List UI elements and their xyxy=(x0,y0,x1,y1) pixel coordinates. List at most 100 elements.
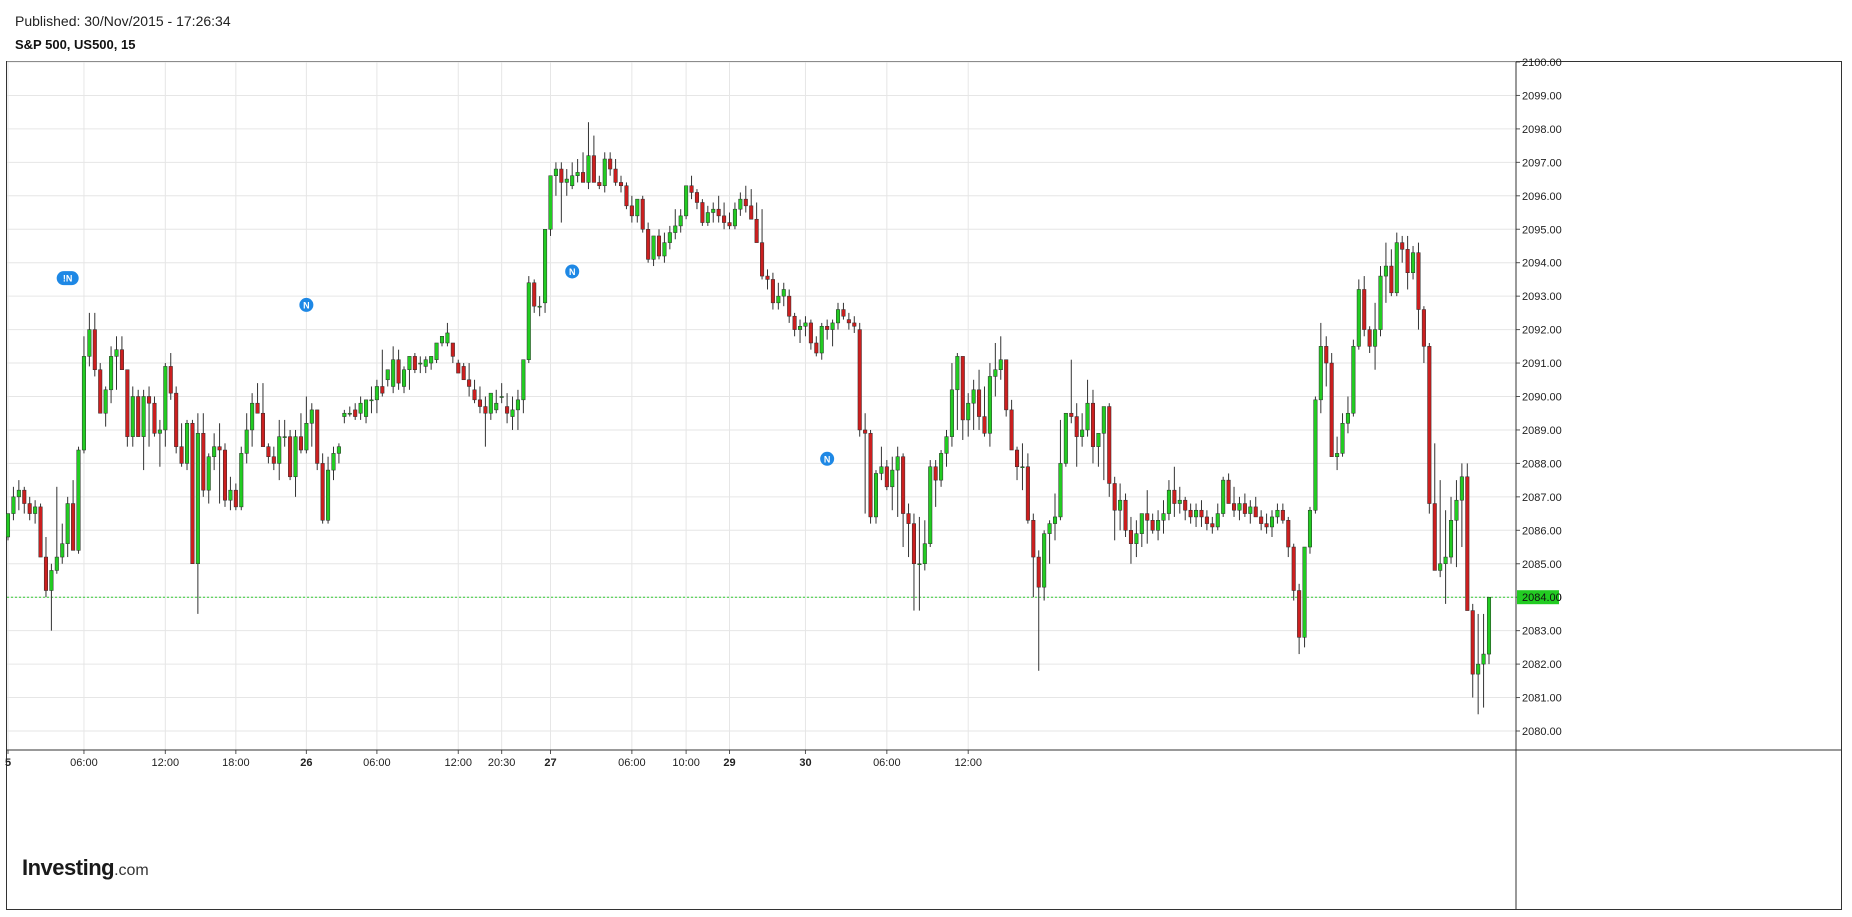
candle-down xyxy=(1074,416,1079,437)
candle-down xyxy=(1432,503,1437,571)
candle-down xyxy=(700,202,705,223)
x-tick-label: 06:00 xyxy=(618,757,646,769)
candle-down xyxy=(179,446,184,464)
candle-up xyxy=(434,342,439,360)
candle-down xyxy=(396,359,401,384)
candle-down xyxy=(863,429,868,434)
candle-down xyxy=(461,366,466,381)
candle-down xyxy=(1123,499,1128,531)
candle-up xyxy=(586,155,591,183)
candle-down xyxy=(624,185,629,207)
candle-up xyxy=(445,332,450,344)
candle-down xyxy=(288,436,293,478)
candle-up xyxy=(407,356,412,370)
candle-up xyxy=(835,309,841,324)
candle-down xyxy=(1031,520,1036,558)
candle-up xyxy=(543,229,548,304)
candle-up xyxy=(1335,453,1340,457)
candle-up xyxy=(993,369,998,377)
candle-down xyxy=(619,182,624,187)
candle-up xyxy=(998,359,1003,370)
candle-down xyxy=(456,362,461,374)
candle-down xyxy=(1204,516,1209,524)
candle-down xyxy=(933,466,938,481)
candle-up xyxy=(917,563,922,565)
candle-down xyxy=(727,222,732,227)
candle-down xyxy=(1421,309,1426,347)
y-tick-label: 2099.00 xyxy=(1522,90,1562,102)
candle-up xyxy=(114,349,119,357)
candle-down xyxy=(152,402,157,434)
candle-up xyxy=(1096,433,1101,447)
candle-down xyxy=(450,342,455,357)
candle-down xyxy=(532,282,537,307)
candle-down xyxy=(1107,406,1112,484)
candle-down xyxy=(722,215,727,223)
candle-down xyxy=(217,446,222,451)
candle-down xyxy=(716,208,721,217)
logo-name: Investing xyxy=(22,855,115,880)
candle-up xyxy=(1481,653,1486,665)
candle-down xyxy=(841,309,846,317)
candle-up xyxy=(1248,506,1253,514)
candle-up xyxy=(385,369,390,381)
candle-up xyxy=(141,396,146,437)
candle-down xyxy=(901,456,906,514)
candle-down xyxy=(613,168,618,183)
candle-down xyxy=(906,513,911,524)
candle-down xyxy=(27,503,32,514)
candle-up xyxy=(1118,499,1123,511)
candle-down xyxy=(1465,476,1470,611)
candle-down xyxy=(857,329,862,431)
candle-up xyxy=(1378,275,1383,330)
candle-up xyxy=(873,473,878,518)
candle-up xyxy=(684,185,689,217)
candle-down xyxy=(174,392,179,447)
x-tick-label: 12:00 xyxy=(445,757,473,769)
candle-down xyxy=(1427,346,1432,504)
candle-up xyxy=(163,366,168,431)
candle-up xyxy=(293,436,298,478)
candle-up xyxy=(651,235,656,260)
candle-up xyxy=(1438,563,1443,571)
candle-up xyxy=(1351,346,1356,414)
candle-down xyxy=(591,155,596,183)
candle-up xyxy=(1194,509,1199,518)
x-tick-label: 06:00 xyxy=(70,757,98,769)
candle-down xyxy=(1025,466,1030,521)
candle-up xyxy=(87,329,92,357)
candle-down xyxy=(792,315,797,330)
candlestick-chart[interactable]: 2080.00 2081.00 2082.00 2083.00 2084.00 2085.… xyxy=(0,0,1852,917)
candle-down xyxy=(255,402,260,414)
news-marker-label: N xyxy=(569,267,576,277)
candle-up xyxy=(1373,329,1378,347)
candle-up xyxy=(391,359,396,387)
candle-up xyxy=(553,168,558,176)
candle-up xyxy=(939,453,944,481)
candle-up xyxy=(890,469,895,488)
candle-up xyxy=(195,433,200,565)
candle-up xyxy=(1052,516,1058,524)
candle-down xyxy=(960,356,965,421)
candle-down xyxy=(266,446,271,457)
candle-up xyxy=(1166,489,1171,514)
candle-up xyxy=(776,295,781,304)
candle-down xyxy=(559,168,564,183)
candle-up xyxy=(1313,399,1318,511)
candle-up xyxy=(347,412,352,415)
y-tick-label: 2089.00 xyxy=(1522,425,1562,437)
candle-up xyxy=(157,429,162,434)
candle-up xyxy=(944,436,949,454)
candle-down xyxy=(982,416,987,434)
candle-down xyxy=(743,198,748,207)
candle-down xyxy=(260,412,265,447)
candle-down xyxy=(1183,499,1188,511)
candle-down xyxy=(1362,289,1367,330)
candle-down xyxy=(298,436,303,451)
candle-up xyxy=(33,506,38,514)
candle-down xyxy=(608,158,613,170)
candle-up xyxy=(331,453,336,471)
candle-down xyxy=(1367,329,1372,347)
candle-down xyxy=(271,456,276,464)
candle-up xyxy=(326,469,331,521)
